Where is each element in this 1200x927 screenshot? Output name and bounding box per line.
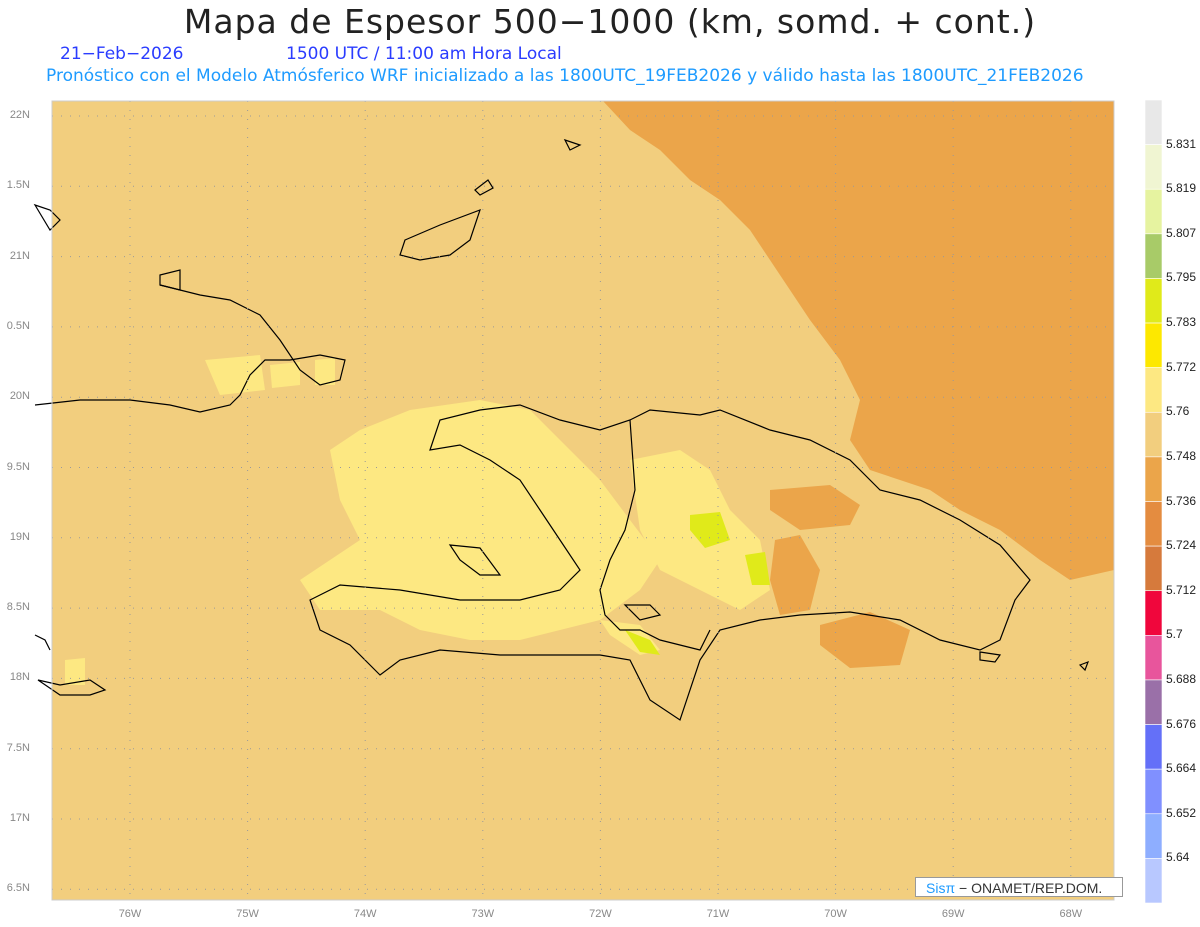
map-svg	[33, 99, 1163, 904]
colorbar-label: 5.831	[1166, 136, 1197, 151]
colorbar-swatch	[1144, 768, 1163, 815]
lat-label: 1.5N	[6, 179, 30, 192]
colorbar-swatch	[1144, 322, 1163, 368]
colorbar-swatch	[1144, 724, 1163, 770]
colorbar-swatch	[1144, 635, 1163, 681]
lat-label: 17N	[9, 812, 30, 824]
colorbar-swatch	[1144, 545, 1163, 592]
colorbar-label: 5.7	[1166, 627, 1183, 642]
valid-time: 1500 UTC / 11:00 am Hora Local	[286, 44, 562, 64]
colorbar-swatch	[1144, 858, 1163, 904]
colorbar-label: 5.724	[1166, 538, 1197, 553]
colorbar-swatch	[1144, 679, 1163, 725]
colorbar-swatch	[1144, 99, 1163, 145]
lon-label: 73W	[471, 908, 495, 920]
colorbar-swatch	[1144, 411, 1163, 458]
colorbar-label: 5.652	[1166, 805, 1197, 820]
colorbar-swatch	[1144, 144, 1163, 190]
colorbar-label: 5.64	[1166, 850, 1190, 865]
lat-label: 9.5N	[6, 460, 30, 473]
colorbar-swatch	[1144, 590, 1163, 636]
lat-label: 0.5N	[6, 319, 30, 332]
lat-label: 21N	[9, 249, 30, 262]
colorbar-label: 5.76	[1166, 404, 1190, 419]
colorbar-swatch	[1144, 501, 1163, 547]
colorbar-label: 5.772	[1166, 359, 1197, 374]
lon-label: 75W	[236, 908, 259, 920]
colorbar-swatch	[1144, 188, 1163, 235]
colorbar-label: 5.819	[1166, 181, 1197, 196]
colorbar-label: 5.676	[1166, 716, 1197, 731]
map-title: Mapa de Espesor 500−1000 (km, somd. + co…	[183, 2, 1037, 41]
colorbar-swatch	[1144, 367, 1163, 413]
credit-text: − ONAMET/REP.DOM.	[955, 880, 1103, 896]
lon-label: 76W	[118, 908, 142, 920]
lon-label: 70W	[824, 908, 847, 920]
colorbar-label: 5.783	[1166, 315, 1197, 330]
lon-label: 69W	[941, 908, 965, 920]
colorbar-label: 5.688	[1166, 671, 1197, 686]
credit-brand: Sisπ	[926, 880, 956, 896]
model-info: Pronóstico con el Modelo Atmósferico WRF…	[46, 66, 1084, 86]
colorbar-label: 5.664	[1166, 761, 1197, 776]
lat-label: 6.5N	[6, 882, 30, 895]
colorbar-swatch	[1144, 278, 1163, 324]
lat-label: 22N	[9, 109, 30, 121]
colorbar	[1144, 99, 1163, 904]
lon-label: 68W	[1059, 908, 1083, 920]
valid-date: 21−Feb−2026	[60, 44, 184, 64]
colorbar-label: 5.807	[1166, 225, 1197, 240]
lat-label: 7.5N	[6, 741, 30, 754]
lat-label: 18N	[9, 671, 30, 684]
lon-label: 74W	[353, 908, 377, 920]
lat-label: 20N	[9, 390, 30, 403]
colorbar-swatch	[1144, 456, 1163, 502]
lon-label: 71W	[706, 908, 730, 920]
lon-label: 72W	[589, 908, 612, 920]
colorbar-label: 5.712	[1166, 582, 1197, 597]
lat-label: 19N	[9, 530, 30, 543]
colorbar-label: 5.795	[1166, 270, 1197, 285]
lat-label: 8.5N	[6, 601, 30, 614]
colorbar-swatch	[1144, 813, 1163, 859]
colorbar-label: 5.748	[1166, 448, 1197, 463]
credit-box: Sisπ − ONAMET/REP.DOM.	[915, 877, 1123, 897]
colorbar-swatch	[1144, 233, 1163, 279]
colorbar-label: 5.736	[1166, 493, 1197, 508]
